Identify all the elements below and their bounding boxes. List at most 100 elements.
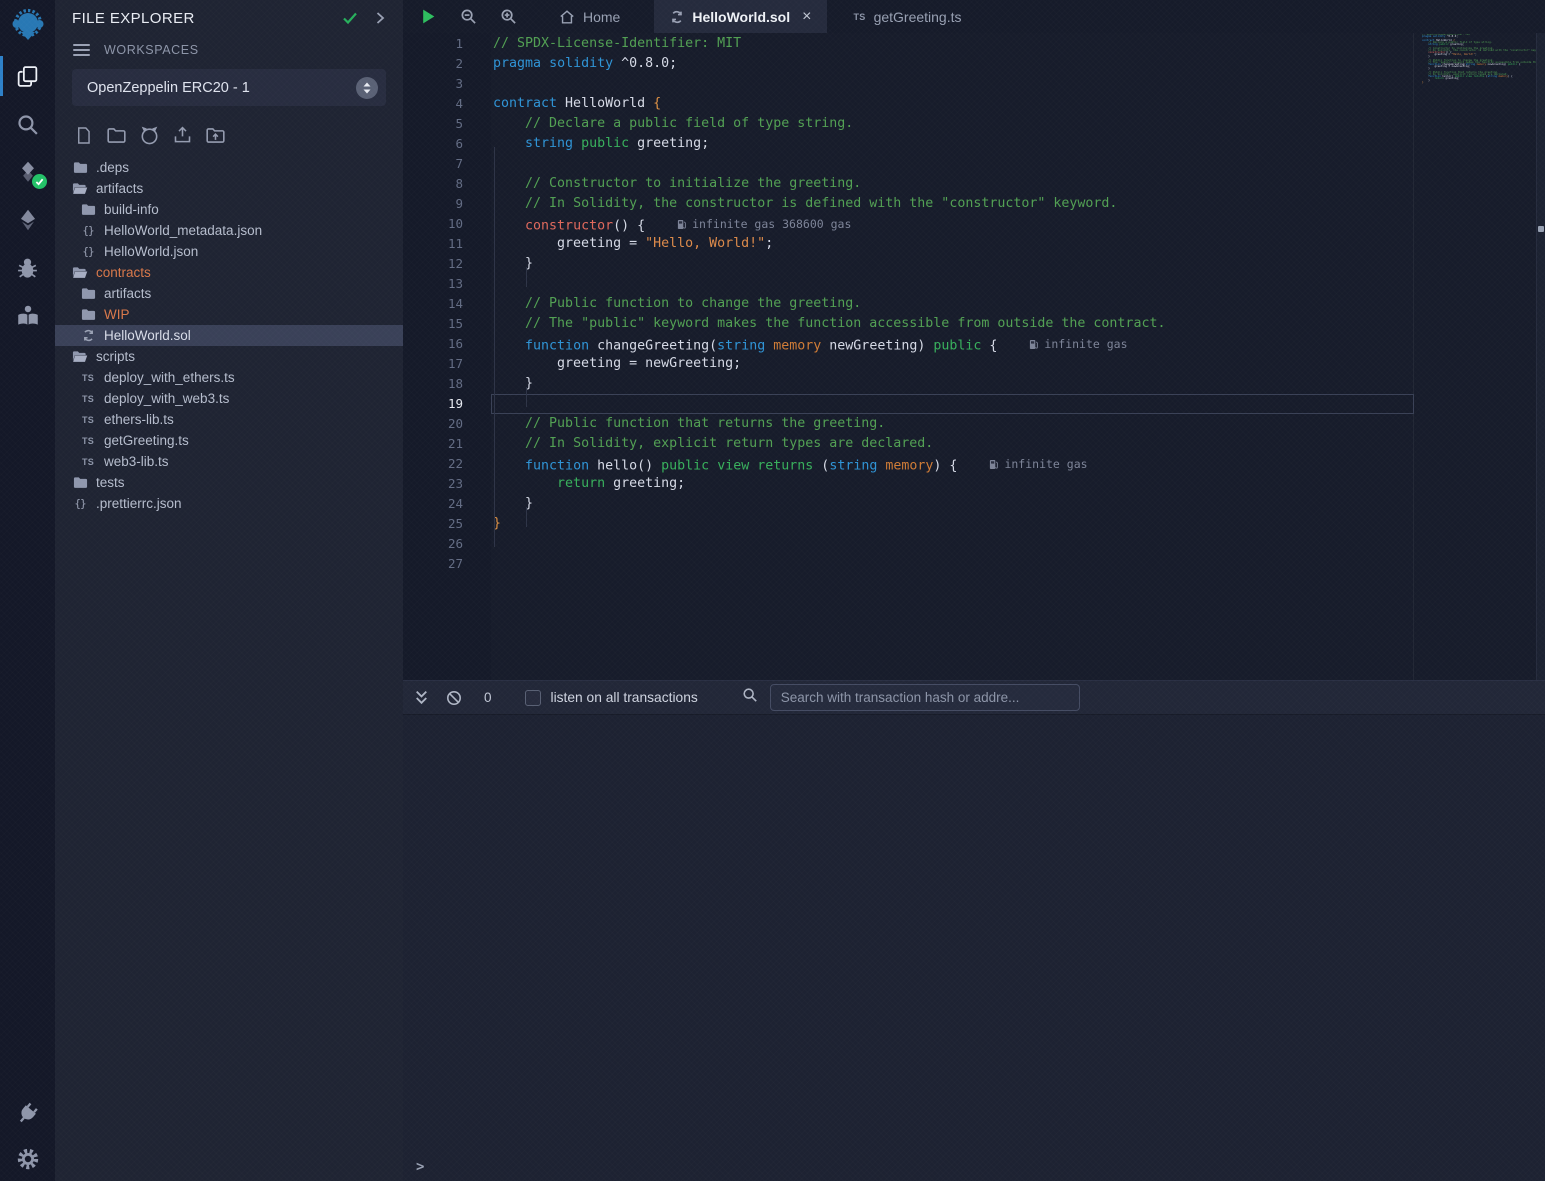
- editor-line[interactable]: 3: [403, 74, 1414, 94]
- file-explorer-toolbar: [55, 106, 403, 155]
- editor-line[interactable]: 5 // Declare a public field of type stri…: [403, 114, 1414, 134]
- sidebar-item-plugin-manager[interactable]: [0, 1089, 55, 1137]
- editor-line[interactable]: 18 }: [403, 374, 1414, 394]
- new-folder-button[interactable]: [104, 123, 128, 147]
- tree-item-scripts[interactable]: scripts: [55, 346, 403, 367]
- editor-line[interactable]: 12 }: [403, 254, 1414, 274]
- minimap[interactable]: // SPDX-License-Identifier: MITpragma so…: [1415, 34, 1536, 680]
- sidebar-item-settings[interactable]: [0, 1137, 55, 1181]
- clone-git-button[interactable]: [137, 123, 161, 147]
- tab-getgreeting-ts[interactable]: TS getGreeting.ts: [837, 0, 977, 33]
- upload-folder-button[interactable]: [203, 123, 227, 147]
- editor-line[interactable]: 25}: [403, 514, 1414, 534]
- folder-open-icon: [72, 182, 88, 195]
- tree-item-getgreeting-ts[interactable]: TSgetGreeting.ts: [55, 430, 403, 451]
- new-file-button[interactable]: [71, 123, 95, 147]
- tree-item-contracts[interactable]: contracts: [55, 262, 403, 283]
- editor-line[interactable]: 7: [403, 154, 1414, 174]
- listen-transactions-label: listen on all transactions: [551, 690, 698, 705]
- editor-line[interactable]: 23 return greeting;: [403, 474, 1414, 494]
- tree-item-web3-lib-ts[interactable]: TSweb3-lib.ts: [55, 451, 403, 472]
- editor-line[interactable]: 11 greeting = "Hello, World!";: [403, 234, 1414, 254]
- chevron-right-icon[interactable]: [373, 11, 387, 25]
- tree-item-helloworld-sol[interactable]: HelloWorld.sol: [55, 325, 403, 346]
- sidebar-item-solidity-compiler[interactable]: [0, 148, 55, 196]
- sidebar-item-deploy-run[interactable]: [0, 196, 55, 244]
- clear-console-button[interactable]: [446, 690, 462, 706]
- editor-line[interactable]: 24 }: [403, 494, 1414, 514]
- scrollbar-thumb[interactable]: [1538, 226, 1544, 232]
- editor-line[interactable]: 10 constructor() {infinite gas 368600 ga…: [403, 214, 1414, 234]
- run-script-button[interactable]: [417, 6, 439, 28]
- tree-item-build-info[interactable]: build-info: [55, 199, 403, 220]
- tree-item-wip[interactable]: WIP: [55, 304, 403, 325]
- tree-item-helloworld-metadata-json[interactable]: {}HelloWorld_metadata.json: [55, 220, 403, 241]
- listen-transactions-checkbox[interactable]: [525, 690, 541, 706]
- close-tab-icon[interactable]: ×: [802, 8, 811, 26]
- gear-icon: [16, 1147, 40, 1171]
- editor-line[interactable]: 19: [403, 394, 1414, 414]
- tab-helloworld-sol[interactable]: HelloWorld.sol ×: [654, 0, 827, 33]
- line-number: 25: [403, 514, 463, 534]
- tree-item-deploy-with-web3-ts[interactable]: TSdeploy_with_web3.ts: [55, 388, 403, 409]
- expand-terminal-button[interactable]: [413, 689, 430, 706]
- editor-line[interactable]: 16 function changeGreeting(string memory…: [403, 334, 1414, 354]
- folder-closed-icon: [72, 476, 88, 489]
- workspace-select[interactable]: OpenZeppelin ERC20 - 1: [72, 69, 386, 106]
- editor-line[interactable]: 6 string public greeting;: [403, 134, 1414, 154]
- line-content: // In Solidity, explicit return types ar…: [463, 434, 933, 454]
- tree-item-deploy-with-ethers-ts[interactable]: TSdeploy_with_ethers.ts: [55, 367, 403, 388]
- editor-line[interactable]: 13: [403, 274, 1414, 294]
- line-content: }: [463, 374, 533, 394]
- terminal-search-input[interactable]: [770, 684, 1080, 711]
- tree-item-ethers-lib-ts[interactable]: TSethers-lib.ts: [55, 409, 403, 430]
- file-explorer-panel: FILE EXPLORER WORKSPACES OpenZeppelin ER…: [55, 0, 403, 1181]
- editor-lines[interactable]: 1// SPDX-License-Identifier: MIT2pragma …: [403, 34, 1414, 574]
- editor-line[interactable]: 9 // In Solidity, the constructor is def…: [403, 194, 1414, 214]
- editor-line[interactable]: 21 // In Solidity, explicit return types…: [403, 434, 1414, 454]
- sidebar-item-debugger[interactable]: [0, 244, 55, 292]
- sidebar-item-file-explorer[interactable]: [0, 52, 55, 100]
- line-content: // Declare a public field of type string…: [463, 114, 853, 134]
- sidebar-item-search[interactable]: [0, 100, 55, 148]
- workspaces-menu-icon[interactable]: [73, 44, 90, 56]
- editor-line[interactable]: 8 // Constructor to initialize the greet…: [403, 174, 1414, 194]
- ban-icon: [446, 690, 462, 706]
- tab-label: Home: [583, 9, 620, 25]
- remix-logo[interactable]: [0, 0, 55, 52]
- tree-item--deps[interactable]: .deps: [55, 157, 403, 178]
- editor-scrollbar[interactable]: [1536, 33, 1545, 680]
- editor-line[interactable]: 1// SPDX-License-Identifier: MIT: [403, 34, 1414, 54]
- tree-item--prettierrc-json[interactable]: {}.prettierrc.json: [55, 493, 403, 514]
- editor-line[interactable]: 4contract HelloWorld {: [403, 94, 1414, 114]
- tab-home[interactable]: Home: [543, 0, 636, 33]
- line-content: return greeting;: [463, 474, 685, 494]
- tab-label: getGreeting.ts: [874, 9, 962, 25]
- editor-line[interactable]: 27: [403, 554, 1414, 574]
- editor-line[interactable]: 26: [403, 534, 1414, 554]
- line-content: greeting = newGreeting;: [463, 354, 741, 374]
- editor-line[interactable]: 15 // The "public" keyword makes the fun…: [403, 314, 1414, 334]
- json-icon: {}: [72, 497, 88, 510]
- editor-line[interactable]: 2pragma solidity ^0.8.0;: [403, 54, 1414, 74]
- editor-line[interactable]: 14 // Public function to change the gree…: [403, 294, 1414, 314]
- ts-icon: TS: [80, 415, 96, 425]
- tree-item-artifacts[interactable]: artifacts: [55, 178, 403, 199]
- workspaces-label: WORKSPACES: [104, 43, 199, 57]
- editor-line[interactable]: 17 greeting = newGreeting;: [403, 354, 1414, 374]
- tree-item-label: web3-lib.ts: [104, 454, 169, 469]
- line-number: 4: [403, 94, 463, 114]
- publish-gist-button[interactable]: [170, 123, 194, 147]
- zoom-out-button[interactable]: [457, 6, 479, 28]
- tree-item-tests[interactable]: tests: [55, 472, 403, 493]
- tree-item-artifacts[interactable]: artifacts: [55, 283, 403, 304]
- zoom-in-button[interactable]: [497, 6, 519, 28]
- code-editor[interactable]: 1// SPDX-License-Identifier: MIT2pragma …: [403, 33, 1545, 680]
- indent-guide: [526, 387, 527, 407]
- sidebar-item-learneth[interactable]: [0, 292, 55, 340]
- terminal-output[interactable]: >: [403, 714, 1545, 1181]
- editor-line[interactable]: 20 // Public function that returns the g…: [403, 414, 1414, 434]
- check-icon[interactable]: [341, 9, 359, 27]
- editor-line[interactable]: 22 function hello() public view returns …: [403, 454, 1414, 474]
- tree-item-helloworld-json[interactable]: {}HelloWorld.json: [55, 241, 403, 262]
